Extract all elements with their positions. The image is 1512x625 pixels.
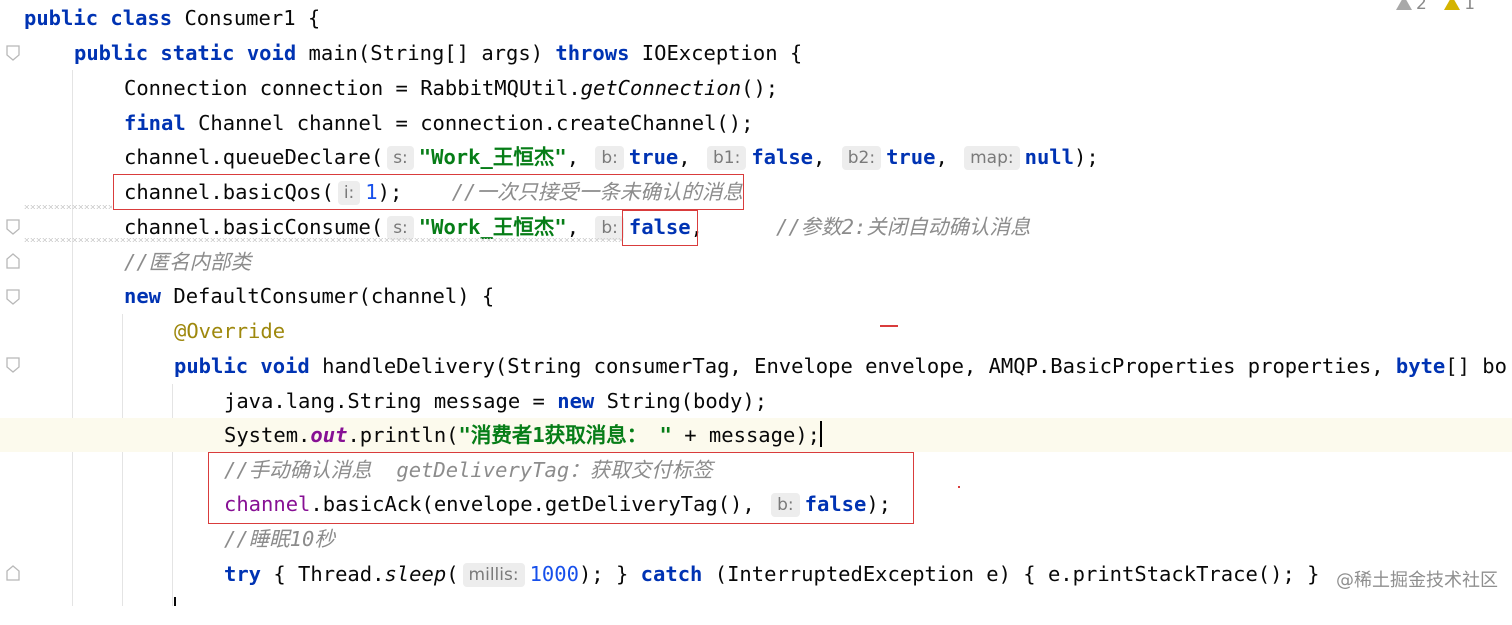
parameter-hint: b: xyxy=(771,493,800,517)
comment: //匿名内部类 xyxy=(124,250,252,274)
closing-brace-partial xyxy=(174,597,184,606)
code-token: ( xyxy=(446,562,459,586)
code-token: , xyxy=(935,145,948,169)
keyword: void xyxy=(246,41,297,65)
string-literal: "消费者1获取消息： " xyxy=(458,423,672,447)
code-token: , xyxy=(566,145,580,169)
code-line-8[interactable]: //匿名内部类 xyxy=(0,245,1512,279)
code-token: String(body); xyxy=(606,389,768,413)
number-literal: 1 xyxy=(365,180,378,204)
code-token: Channel channel = connection.createChann… xyxy=(198,111,754,135)
code-line-1[interactable]: public class Consumer1 { xyxy=(0,1,1512,35)
code-token: , xyxy=(813,145,826,169)
parameter-hint: s: xyxy=(387,146,414,170)
warning-underline xyxy=(24,205,112,209)
code-token: IOException { xyxy=(641,41,803,65)
code-token: (); xyxy=(741,76,779,100)
code-token: channel.queueDeclare( xyxy=(124,145,384,169)
code-token: , xyxy=(566,215,580,239)
red-dot xyxy=(958,486,960,488)
code-line-2[interactable]: public static void main(String[] args) t… xyxy=(0,36,1512,70)
parameter-hint: b: xyxy=(595,146,624,170)
code-token: Connection connection = RabbitMQUtil. xyxy=(124,76,581,100)
parameter-hint: i: xyxy=(337,181,361,205)
keyword: false xyxy=(804,492,867,516)
code-token: System. xyxy=(224,423,311,447)
code-token: ); xyxy=(377,180,403,204)
code-token: java.lang.String message = xyxy=(224,389,545,413)
red-mark xyxy=(880,325,898,327)
variable: channel xyxy=(224,492,311,516)
parameter-hint: s: xyxy=(387,216,414,240)
keyword: try xyxy=(224,562,262,586)
code-token: (InterruptedException e) { e.printStackT… xyxy=(714,562,1320,586)
comment: //参数2:关闭自动确认消息 xyxy=(776,215,1031,239)
code-line-4[interactable]: final Channel channel = connection.creat… xyxy=(0,106,1512,140)
code-line-10[interactable]: @Override xyxy=(0,314,1512,348)
code-line-9[interactable]: new DefaultConsumer(channel) { xyxy=(0,279,1512,313)
code-token: DefaultConsumer(channel) { xyxy=(173,284,495,308)
parameter-hint: b1: xyxy=(706,146,747,170)
comment: //手动确认消息 getDeliveryTag：获取交付标签 xyxy=(224,458,713,482)
code-token: .basicAck(envelope.getDeliveryTag(), xyxy=(310,492,755,516)
code-line-6[interactable]: channel.basicQos(i: 1); //一次只接受一条未确认的消息 xyxy=(0,175,1512,209)
string-literal: "Work_王恒杰" xyxy=(418,145,567,169)
keyword: true xyxy=(628,145,679,169)
code-line-3[interactable]: Connection connection = RabbitMQUtil.get… xyxy=(0,71,1512,105)
code-token: .println( xyxy=(347,423,459,447)
code-line-11[interactable]: public void handleDelivery(String consum… xyxy=(0,349,1512,383)
keyword: final xyxy=(124,111,186,135)
code-token: { Thread. xyxy=(273,562,385,586)
keyword: false xyxy=(751,145,814,169)
code-token: [] bo xyxy=(1445,354,1507,378)
keyword: static xyxy=(160,41,235,65)
string-literal: "Work_王恒杰" xyxy=(418,215,567,239)
parameter-hint: b: xyxy=(595,216,624,240)
keyword: true xyxy=(886,145,936,169)
keyword: byte xyxy=(1395,354,1446,378)
parameter-hint: millis: xyxy=(462,563,525,587)
code-line-16[interactable]: //睡眠10秒 xyxy=(0,522,1512,556)
code-token: channel.basicQos( xyxy=(124,180,334,204)
code-token: channel.basicConsume( xyxy=(124,215,384,239)
annotation: @Override xyxy=(174,319,286,343)
code-token: handleDelivery(String consumerTag, Envel… xyxy=(322,354,1384,378)
code-token: , xyxy=(690,215,703,239)
code-token: ); xyxy=(1074,145,1099,169)
parameter-hint: map: xyxy=(964,146,1020,170)
keyword: public xyxy=(74,41,149,65)
code-token: , xyxy=(678,145,691,169)
keyword: void xyxy=(260,354,310,378)
keyword: null xyxy=(1024,145,1074,169)
number-literal: 1000 xyxy=(529,562,579,586)
code-token: + message); xyxy=(671,423,821,447)
method-call: sleep xyxy=(384,562,447,586)
keyword: public xyxy=(174,354,249,378)
keyword: catch xyxy=(640,562,703,586)
keyword: false xyxy=(628,215,691,239)
comment: //睡眠10秒 xyxy=(224,527,335,551)
keyword: public xyxy=(24,6,99,30)
watermark: @稀土掘金技术社区 xyxy=(1336,570,1498,591)
code-token: Consumer1 { xyxy=(184,6,321,30)
text-caret xyxy=(820,421,823,447)
code-line-12[interactable]: java.lang.String message = new String(bo… xyxy=(0,384,1512,418)
code-line-14[interactable]: //手动确认消息 getDeliveryTag：获取交付标签 xyxy=(0,453,1512,487)
code-token: ); } xyxy=(578,562,629,586)
static-field: out xyxy=(310,423,348,447)
keyword: new xyxy=(124,284,162,308)
parameter-hint: b2: xyxy=(841,146,882,170)
comment: //一次只接受一条未确认的消息 xyxy=(451,180,743,204)
keyword: class xyxy=(110,6,173,30)
keyword: throws xyxy=(555,41,630,65)
keyword: new xyxy=(557,389,595,413)
code-token: ); xyxy=(866,492,892,516)
code-line-15[interactable]: channel.basicAck(envelope.getDeliveryTag… xyxy=(0,487,1512,521)
warning-underline xyxy=(24,238,624,242)
code-line-5[interactable]: channel.queueDeclare(s: "Work_王恒杰", b: tru… xyxy=(0,140,1512,174)
code-token: main(String[] args) xyxy=(308,41,544,65)
method-call: getConnection xyxy=(580,76,742,100)
code-line-17[interactable]: try { Thread.sleep(millis: 1000); } catch… xyxy=(0,557,1512,591)
code-line-13-current[interactable]: System.out.println("消费者1获取消息： " + messag… xyxy=(0,418,1512,452)
